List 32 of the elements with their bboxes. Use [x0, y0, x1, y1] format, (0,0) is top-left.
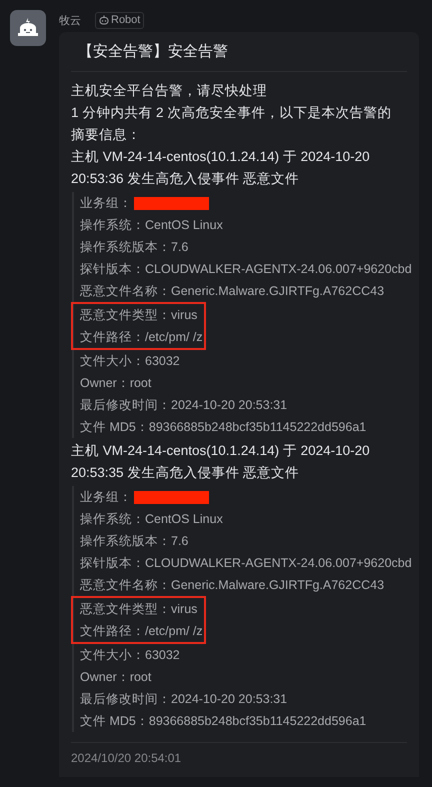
field-text: 探针版本：CLOUDWALKER-AGENTX-24.06.007+9620cbd	[80, 260, 412, 278]
field-text: 文件路径：/etc/pm/ /z	[80, 622, 203, 640]
event-heading: 主机 VM-24-14-centos(10.1.24.14) 于 2024-10-20 20:53:35 发生高危入侵事件 恶意文件	[71, 442, 371, 482]
field-text: 操作系统版本：7.6	[80, 532, 188, 550]
field-text: 文件大小：63032	[80, 646, 180, 664]
field-text: 恶意文件类型：virus	[80, 306, 198, 324]
event-heading: 主机 VM-24-14-centos(10.1.24.14) 于 2024-10-20 20:53:36 发生高危入侵事件 恶意文件	[71, 148, 371, 188]
message-timestamp: 2024/10/20 20:54:01	[71, 751, 182, 767]
field-text: Owner：root	[80, 374, 152, 392]
field-text: 操作系统版本：7.6	[80, 238, 188, 256]
robot-tag: Robot	[95, 12, 144, 28]
field-text: 文件路径：/etc/pm/ /z	[80, 328, 203, 346]
field-text: 最后修改时间：2024-10-20 20:53:31	[80, 396, 288, 414]
field-text: 文件大小：63032	[80, 352, 180, 370]
robot-icon	[99, 15, 109, 25]
message-title: 【安全告警】安全告警	[77, 42, 229, 62]
field-text: 恶意文件名称：Generic.Malware.GJIRTFg.A762CC43	[80, 282, 384, 300]
field-text: 最后修改时间：2024-10-20 20:53:31	[80, 690, 288, 708]
field-text: 恶意文件类型：virus	[80, 600, 198, 618]
field-text: 业务组：	[80, 488, 132, 506]
field-text: 操作系统：CentOS Linux	[80, 216, 223, 234]
field-text: 探针版本：CLOUDWALKER-AGENTX-24.06.007+9620cbd	[80, 554, 412, 572]
field-text: Owner：root	[80, 668, 152, 686]
sender-name: 牧云	[59, 14, 81, 28]
message-text: 1 分钟内共有 2 次高危安全事件，以下是本次告警的摘要信息：	[71, 104, 392, 144]
field-text: 文件 MD5：89366885b248bcf35b1145222dd596a1	[80, 712, 366, 730]
robot-avatar-icon	[10, 10, 46, 46]
field-text: 操作系统：CentOS Linux	[80, 510, 223, 528]
field-text: 文件 MD5：89366885b248bcf35b1145222dd596a1	[80, 418, 366, 436]
field-text: 恶意文件名称：Generic.Malware.GJIRTFg.A762CC43	[80, 576, 384, 594]
message-text: 主机安全平台告警，请尽快处理	[71, 82, 268, 100]
field-text: 业务组：	[80, 194, 132, 212]
